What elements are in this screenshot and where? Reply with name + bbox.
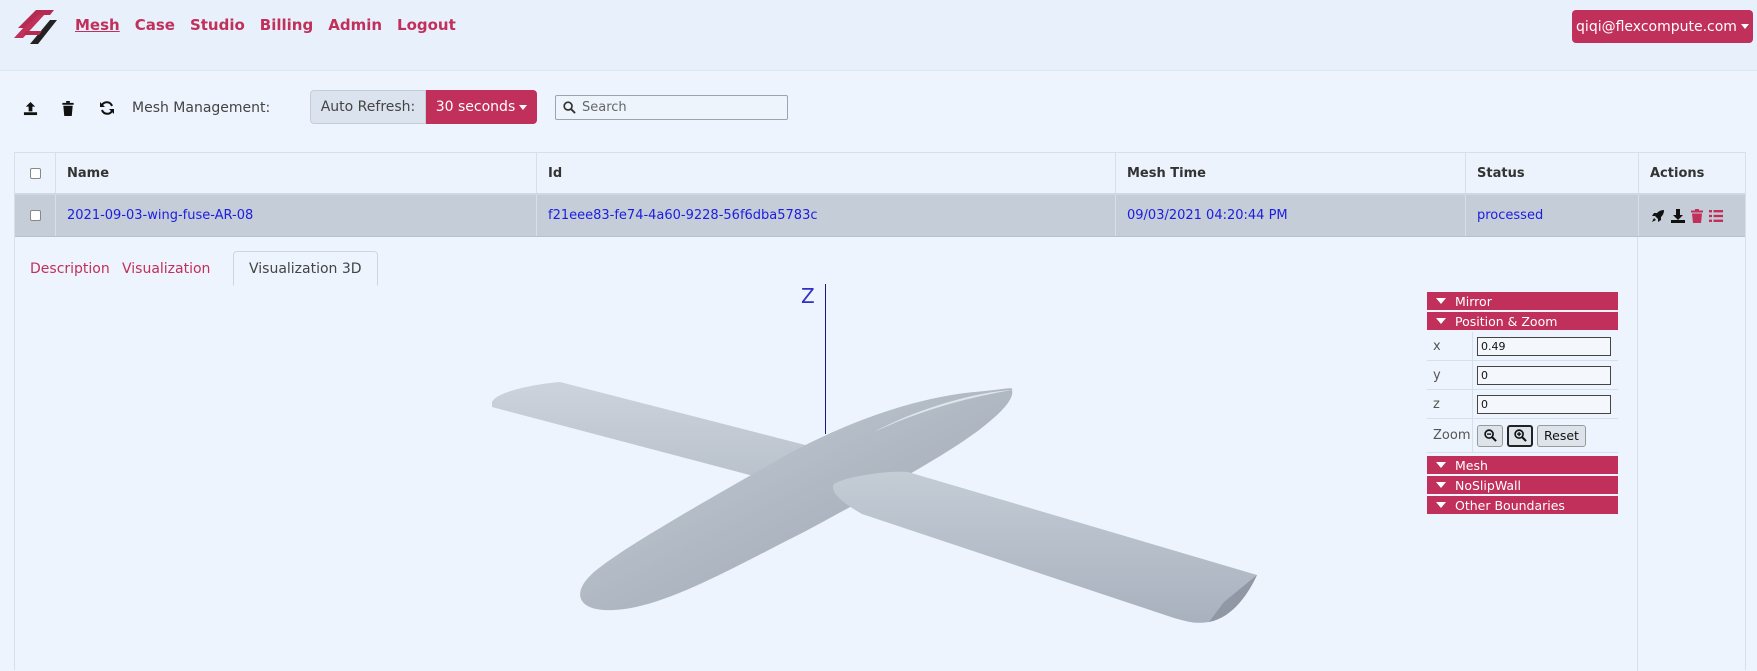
triangle-down-icon bbox=[1436, 298, 1446, 304]
zoom-row: Zoom Reset bbox=[1427, 418, 1618, 453]
list-icon[interactable] bbox=[1709, 209, 1723, 222]
top-navbar: Mesh Case Studio Billing Admin Logout qi… bbox=[0, 0, 1757, 71]
user-email: qiqi@flexcompute.com bbox=[1576, 18, 1737, 35]
folder-position-zoom[interactable]: Position & Zoom bbox=[1427, 312, 1618, 330]
folder-other-boundaries[interactable]: Other Boundaries bbox=[1427, 496, 1618, 514]
mesh-3d-viewer[interactable]: Z bbox=[14, 282, 1622, 670]
header-name[interactable]: Name bbox=[56, 153, 537, 193]
main-nav: Mesh Case Studio Billing Admin Logout bbox=[75, 15, 471, 35]
cell-id[interactable]: f21eee83-fe74-4a60-9228-56f6dba5783c bbox=[537, 195, 1116, 236]
position-z-row: z bbox=[1427, 389, 1618, 419]
cell-mesh-time: 09/03/2021 04:20:44 PM bbox=[1116, 195, 1466, 236]
position-z-input[interactable] bbox=[1477, 394, 1611, 414]
nav-case[interactable]: Case bbox=[135, 15, 175, 35]
folder-noslipwall-label: NoSlipWall bbox=[1455, 477, 1521, 493]
upload-icon[interactable] bbox=[19, 97, 41, 119]
row-select-cell bbox=[15, 195, 56, 236]
auto-refresh-label: Auto Refresh: bbox=[310, 90, 426, 124]
folder-mesh-label: Mesh bbox=[1455, 457, 1488, 473]
folder-mirror[interactable]: Mirror bbox=[1427, 292, 1618, 310]
row-checkbox[interactable] bbox=[30, 210, 41, 221]
trash-icon[interactable] bbox=[57, 97, 79, 119]
folder-position-zoom-label: Position & Zoom bbox=[1455, 313, 1558, 329]
refresh-icon[interactable] bbox=[96, 97, 118, 119]
folder-noslipwall[interactable]: NoSlipWall bbox=[1427, 476, 1618, 494]
position-y-row: y bbox=[1427, 360, 1618, 390]
user-menu-button[interactable]: qiqi@flexcompute.com bbox=[1572, 10, 1753, 43]
header-id[interactable]: Id bbox=[537, 153, 1116, 193]
triangle-down-icon bbox=[1436, 462, 1446, 468]
zoom-reset-button[interactable]: Reset bbox=[1537, 424, 1586, 447]
zoom-label: Zoom bbox=[1427, 418, 1473, 453]
select-all-cell bbox=[15, 153, 56, 193]
table-row[interactable]: 2021-09-03-wing-fuse-AR-08 f21eee83-fe74… bbox=[15, 195, 1745, 237]
search-icon bbox=[563, 101, 576, 114]
mesh-toolbar: Mesh Management: Auto Refresh: 30 second… bbox=[0, 90, 1757, 126]
search-input[interactable] bbox=[582, 100, 772, 115]
cell-name[interactable]: 2021-09-03-wing-fuse-AR-08 bbox=[56, 195, 537, 236]
cell-status: processed bbox=[1466, 195, 1639, 236]
trash-icon[interactable] bbox=[1691, 208, 1703, 223]
triangle-down-icon bbox=[1436, 318, 1446, 324]
nav-admin[interactable]: Admin bbox=[328, 15, 382, 35]
select-all-checkbox[interactable] bbox=[30, 167, 41, 179]
caret-down-icon bbox=[519, 104, 528, 110]
position-x-row: x bbox=[1427, 331, 1618, 361]
caret-down-icon bbox=[1740, 24, 1749, 29]
x-label: x bbox=[1427, 331, 1473, 361]
detail-tabs: Description Visualization Visualization … bbox=[15, 251, 1015, 286]
z-label: z bbox=[1427, 389, 1473, 419]
table-header: Name Id Mesh Time Status Actions bbox=[15, 153, 1745, 195]
nav-mesh[interactable]: Mesh bbox=[75, 15, 120, 35]
triangle-down-icon bbox=[1436, 502, 1446, 508]
triangle-down-icon bbox=[1436, 482, 1446, 488]
y-label: y bbox=[1427, 360, 1473, 390]
nav-studio[interactable]: Studio bbox=[190, 15, 245, 35]
header-status[interactable]: Status bbox=[1466, 153, 1639, 193]
nav-billing[interactable]: Billing bbox=[260, 15, 313, 35]
aircraft-mesh-render[interactable] bbox=[14, 282, 1622, 670]
zoom-in-button[interactable] bbox=[1507, 424, 1533, 447]
tab-visualization-3d[interactable]: Visualization 3D bbox=[233, 251, 378, 286]
folder-mirror-label: Mirror bbox=[1455, 293, 1492, 309]
mesh-management-label: Mesh Management: bbox=[132, 100, 271, 116]
cell-actions bbox=[1639, 195, 1745, 236]
viewer-control-panel: Mirror Position & Zoom x y z Zoom Reset … bbox=[1427, 292, 1618, 516]
position-y-input[interactable] bbox=[1477, 365, 1611, 385]
refresh-interval-value: 30 seconds bbox=[435, 99, 516, 115]
zoom-out-icon bbox=[1483, 429, 1497, 442]
detail-divider bbox=[1637, 237, 1638, 671]
flexcompute-logo-icon[interactable] bbox=[12, 8, 60, 46]
zoom-in-icon bbox=[1513, 429, 1527, 442]
folder-mesh[interactable]: Mesh bbox=[1427, 456, 1618, 474]
header-actions: Actions bbox=[1650, 165, 1705, 181]
nav-logout[interactable]: Logout bbox=[397, 15, 456, 35]
header-mesh-time[interactable]: Mesh Time bbox=[1116, 153, 1466, 193]
position-x-input[interactable] bbox=[1477, 336, 1611, 356]
rocket-icon[interactable] bbox=[1651, 209, 1665, 223]
tab-visualization[interactable]: Visualization bbox=[107, 251, 225, 286]
refresh-interval-dropdown[interactable]: 30 seconds bbox=[426, 90, 537, 124]
zoom-out-button[interactable] bbox=[1477, 424, 1503, 447]
folder-other-boundaries-label: Other Boundaries bbox=[1455, 497, 1565, 513]
download-icon[interactable] bbox=[1671, 208, 1685, 223]
search-box[interactable] bbox=[555, 95, 788, 120]
